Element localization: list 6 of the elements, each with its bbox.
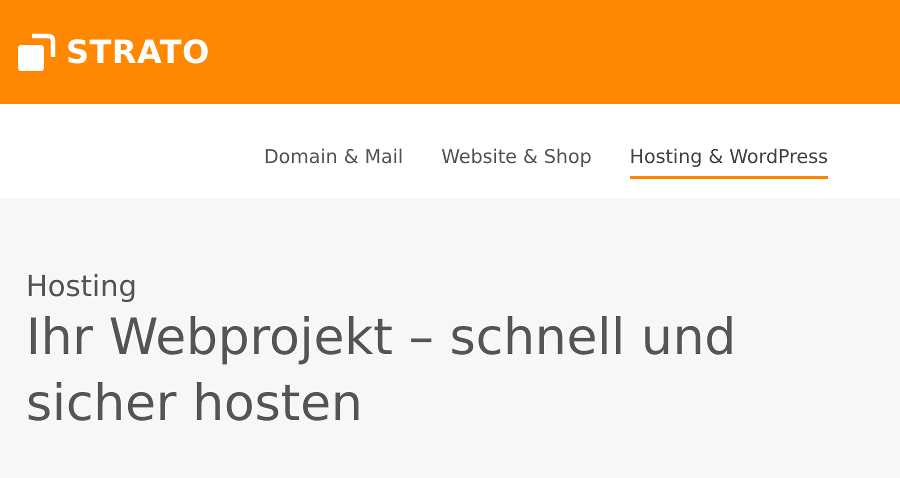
headline: Ihr Webprojekt – schnell und sicher hosten [26,307,738,434]
section-label: Hosting [26,268,138,304]
nav-link[interactable]: Website & Shop [441,136,592,178]
logo-icon [18,33,56,71]
nav-link[interactable]: Domain & Mail [264,136,404,178]
nav-link[interactable]: Hosting & WordPress [630,136,828,178]
